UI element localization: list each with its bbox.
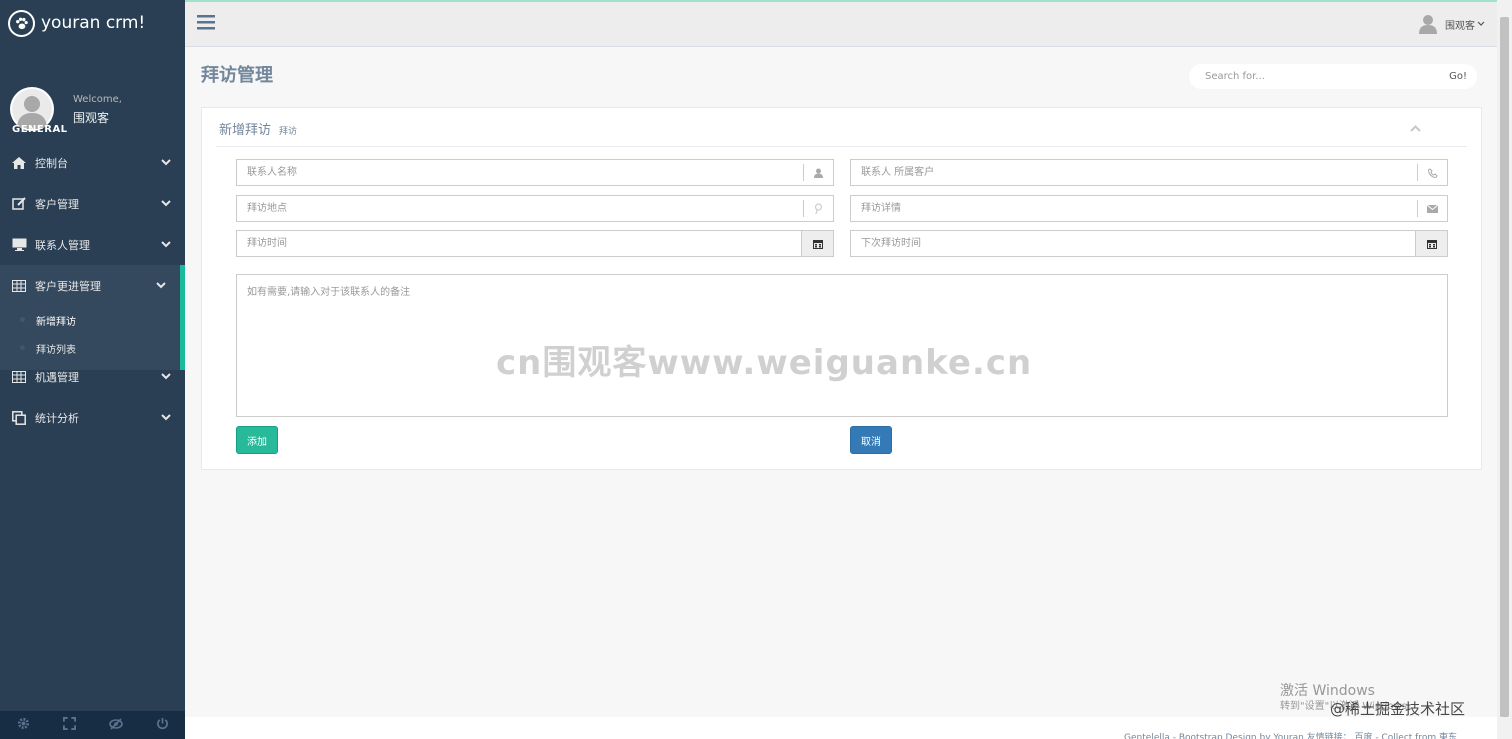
user-avatar-icon	[1419, 14, 1437, 34]
sidebar-item-label: 客户管理	[35, 197, 79, 211]
sidebar-item-label: 联系人管理	[35, 238, 90, 252]
chevron-down-icon	[161, 411, 171, 424]
eye-slash-icon[interactable]	[108, 717, 123, 733]
user-menu[interactable]: 围观客	[1419, 14, 1485, 34]
menu-toggle-icon[interactable]	[197, 14, 215, 33]
sidebar: youran crm! Welcome, 围观客 GENERAL 控制台 客户管…	[0, 0, 185, 739]
add-button[interactable]: 添加	[236, 426, 278, 454]
activate-title: 激活 Windows	[1280, 683, 1375, 699]
home-icon	[11, 155, 27, 171]
table-icon	[11, 278, 27, 294]
phone-icon	[1417, 164, 1447, 181]
sidebar-item-label: 客户更进管理	[35, 279, 101, 293]
chevron-down-icon	[161, 197, 171, 210]
chevron-up-icon[interactable]	[1410, 122, 1421, 135]
scrollbar-thumb[interactable]	[1500, 17, 1509, 717]
footer-text: Gentelella - Bootstrap Design by Youran …	[1124, 733, 1457, 739]
next-visit-time-input[interactable]	[851, 231, 1415, 256]
user-icon	[803, 164, 833, 181]
sidebar-item-statistics[interactable]: 统计分析	[0, 397, 185, 438]
contact-customer-field	[850, 159, 1448, 186]
sidebar-item-contacts[interactable]: 联系人管理	[0, 224, 185, 265]
sidebar-item-customers[interactable]: 客户管理	[0, 183, 185, 224]
section-label: GENERAL	[12, 124, 68, 135]
top-navbar: 围观客	[185, 0, 1497, 47]
visit-detail-input[interactable]	[851, 196, 1417, 221]
chevron-down-icon	[161, 238, 171, 251]
visit-place-input[interactable]	[237, 196, 803, 221]
clone-icon	[11, 410, 27, 426]
welcome-text: Welcome,	[73, 94, 122, 105]
calendar-icon[interactable]	[801, 231, 833, 256]
search-go-button[interactable]: Go!	[1449, 71, 1467, 82]
settings-icon[interactable]	[17, 717, 30, 733]
scrollbar[interactable]	[1497, 0, 1512, 739]
brand-title: youran crm!	[41, 13, 146, 33]
contact-name-input[interactable]	[237, 160, 803, 185]
footer: Gentelella - Bootstrap Design by Youran …	[185, 717, 1497, 739]
visit-detail-field	[850, 195, 1448, 222]
panel-title: 新增拜访 拜访	[219, 119, 297, 138]
sidebar-subitem-new-visit[interactable]: 新增拜访	[0, 306, 180, 334]
sidebar-item-dashboard[interactable]: 控制台	[0, 142, 185, 183]
fullscreen-icon[interactable]	[62, 717, 76, 733]
panel-title-text: 新增拜访	[219, 123, 272, 138]
table-icon	[11, 369, 27, 385]
sidebar-footer	[0, 711, 185, 739]
chevron-down-icon	[161, 156, 171, 169]
search-bar: Go!	[1189, 64, 1477, 89]
cancel-button[interactable]: 取消	[850, 426, 892, 454]
profile: Welcome, 围观客	[0, 46, 185, 156]
page-title: 拜访管理	[201, 65, 273, 86]
search-input[interactable]	[1205, 71, 1425, 82]
topnav-username: 围观客	[1445, 20, 1475, 32]
panel-subtitle: 拜访	[279, 127, 298, 137]
map-marker-icon	[803, 200, 833, 217]
sidebar-item-label: 统计分析	[35, 411, 79, 425]
sidebar-item-label: 机遇管理	[35, 370, 79, 384]
brand[interactable]: youran crm!	[0, 0, 185, 46]
contact-name-field	[236, 159, 834, 186]
chevron-down-icon	[1477, 19, 1485, 30]
chevron-down-icon	[161, 370, 171, 383]
chevron-down-icon	[156, 279, 166, 292]
sidebar-nav: 控制台 客户管理 联系人管理 客户更进管理 新增拜访 拜访列表 机遇管理 统计分…	[0, 142, 185, 438]
profile-name: 围观客	[73, 111, 110, 125]
envelope-icon	[1417, 200, 1447, 217]
sidebar-item-opportunities[interactable]: 机遇管理	[0, 356, 185, 397]
sidebar-item-followup[interactable]: 客户更进管理	[0, 265, 185, 306]
calendar-icon[interactable]	[1415, 231, 1447, 256]
paw-icon	[8, 9, 35, 37]
visit-time-input[interactable]	[237, 231, 801, 256]
contact-customer-input[interactable]	[851, 160, 1417, 185]
visit-place-field	[236, 195, 834, 222]
watermark: cn围观客www.weiguanke.cn	[496, 343, 1033, 383]
juejin-watermark: @稀土掘金技术社区	[1330, 700, 1466, 718]
power-icon[interactable]	[156, 717, 169, 733]
desktop-icon	[11, 237, 27, 253]
visit-time-field	[236, 230, 834, 257]
new-visit-panel: 新增拜访拜访 添加 取消	[201, 107, 1482, 470]
panel-divider	[216, 146, 1467, 147]
sidebar-item-label: 控制台	[35, 156, 68, 170]
edit-icon	[11, 196, 27, 212]
next-visit-time-field	[850, 230, 1448, 257]
